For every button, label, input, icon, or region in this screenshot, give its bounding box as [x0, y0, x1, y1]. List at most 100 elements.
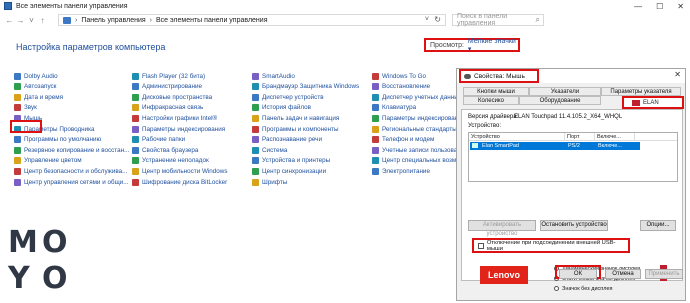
up-arrow-icon[interactable]: ↑ [37, 16, 48, 25]
tab-pointer-options[interactable]: Параметры указателя [601, 87, 681, 96]
tab-wheel[interactable]: Колесико [463, 96, 519, 105]
window-controls: — ☐ ✕ [634, 0, 684, 12]
table-row[interactable]: Elan SmartPad PS/2 Включе... [470, 142, 640, 150]
dialog-close-icon[interactable]: ✕ [674, 70, 681, 79]
control-panel-item[interactable]: Свойства браузера [132, 145, 198, 155]
control-panel-item-icon [14, 93, 21, 101]
control-panel-item-label: Рабочие папки [142, 136, 186, 144]
tab-elan[interactable]: ELAN [622, 96, 684, 109]
control-panel-item[interactable]: Центр синхронизации [252, 166, 326, 176]
forward-arrow-icon[interactable]: → [15, 16, 26, 25]
refresh-icon[interactable]: ↻ [434, 15, 441, 24]
close-button[interactable]: ✕ [677, 2, 684, 11]
control-panel-item[interactable]: SmartAudio [252, 71, 295, 81]
stop-device-button[interactable]: Остановить устройство [540, 220, 608, 231]
usb-disable-checkbox[interactable] [478, 242, 484, 249]
control-panel-item[interactable]: Резервное копирование и восстан... [14, 145, 129, 155]
control-panel-item-label: Распознавание речи [262, 136, 322, 144]
control-panel-item-label: Настройки графики Intel® [142, 114, 218, 122]
search-input[interactable]: Поиск в панели управления ⌕ [452, 13, 544, 27]
control-panel-item-label: Центр безопасности и обслужива... [24, 167, 128, 175]
control-panel-item[interactable]: Windows To Go [372, 71, 426, 81]
usb-disable-option[interactable]: Отключение при подсоединении внешней USB… [472, 238, 630, 253]
lenovo-logo: Lenovo [480, 266, 528, 284]
breadcrumb-control-panel[interactable]: Панель управления [81, 17, 145, 24]
control-panel-item[interactable]: Настройки графики Intel® [132, 113, 217, 123]
control-panel-item[interactable]: Центр управления сетями и общи... [14, 177, 129, 187]
control-panel-item[interactable]: Система [252, 145, 287, 155]
touchpad-icon [472, 143, 478, 148]
view-by-selector[interactable]: Просмотр: Мелкие значки ▾ [424, 38, 520, 53]
apply-button[interactable]: Применить [645, 269, 683, 279]
control-panel-item[interactable]: Дата и время [14, 92, 63, 102]
control-panel-item-icon [252, 104, 259, 112]
tab-mouse-buttons[interactable]: Кнопки мыши [463, 87, 529, 96]
control-panel-item[interactable]: Центр безопасности и обслужива... [14, 166, 127, 176]
dialog-title: Свойства: Мышь [474, 72, 525, 80]
control-panel-item[interactable]: Шрифты [252, 177, 287, 187]
driver-version-value: ELAN Touchpad 11.4.105.2_X64_WHQL [514, 114, 623, 120]
activate-device-button[interactable]: Активировать устройство [468, 220, 536, 237]
control-panel-item[interactable]: Панель задач и навигация [252, 113, 339, 123]
history-chevron-icon[interactable]: ˅ [26, 16, 37, 25]
maximize-button[interactable]: ☐ [656, 2, 663, 11]
control-panel-item[interactable]: Программы по умолчанию [14, 135, 101, 145]
control-panel-item[interactable]: Восстановление [372, 82, 430, 92]
control-panel-item[interactable]: Автозапуск [14, 82, 56, 92]
radio-button[interactable] [554, 286, 559, 291]
control-panel-item[interactable]: Шифрование диска BitLocker [132, 177, 227, 187]
control-panel-item[interactable]: Региональные стандарты [372, 124, 457, 134]
control-panel-item[interactable]: Звук [14, 103, 37, 113]
column-enabled[interactable]: Включе... [595, 133, 635, 140]
control-panel-item[interactable]: Диспетчер устройств [252, 92, 324, 102]
radio-no-icon[interactable]: Значок без дисплея [554, 284, 613, 293]
control-panel-item[interactable]: История файлов [252, 103, 311, 113]
view-by-value[interactable]: Мелкие значки ▾ [468, 38, 518, 53]
control-panel-item-label: Свойства браузера [142, 146, 199, 154]
control-panel-item-label: Windows To Go [382, 72, 426, 80]
control-panel-item[interactable]: Электропитание [372, 166, 430, 176]
device-label: Устройство: [468, 123, 502, 129]
control-panel-item[interactable]: Параметры индексирования [132, 124, 225, 134]
ok-button[interactable]: ОК [559, 269, 597, 279]
breadcrumb-all-items[interactable]: Все элементы панели управления [156, 17, 267, 24]
control-panel-item[interactable]: Устранение неполадок [132, 156, 209, 166]
control-panel-item[interactable]: Диспетчер учетных данных [372, 92, 462, 102]
address-field[interactable]: › Панель управления › Все элементы панел… [58, 14, 446, 26]
control-panel-item[interactable]: Брандмауэр Защитника Windows [252, 82, 359, 92]
control-panel-item[interactable]: Инфракрасная связь [132, 103, 203, 113]
mouse-properties-dialog: Свойства: Мышь ✕ Кнопки мыши Указатели П… [456, 68, 686, 301]
control-panel-item[interactable]: Рабочие папки [132, 135, 185, 145]
control-panel-item[interactable]: Телефон и модем [372, 135, 434, 145]
control-panel-item-icon [132, 104, 139, 112]
tab-pointers[interactable]: Указатели [529, 87, 601, 96]
minimize-button[interactable]: — [634, 2, 642, 11]
control-panel-item-label: Устранение неполадок [142, 157, 209, 165]
column-port[interactable]: Порт [565, 133, 595, 140]
back-arrow-icon[interactable]: ← [4, 16, 15, 25]
control-panel-item[interactable]: Администрирование [132, 82, 202, 92]
options-button[interactable]: Опции... [640, 220, 676, 231]
control-panel-item[interactable]: Распознавание речи [252, 135, 322, 145]
control-panel-item[interactable]: Управление цветом [14, 156, 82, 166]
control-panel-item[interactable]: Flash Player (32 бита) [132, 71, 205, 81]
control-panel-item[interactable]: Параметры индексирования [372, 113, 465, 123]
control-panel-item-icon [372, 83, 379, 91]
control-panel-item-icon [252, 114, 259, 122]
chevron-down-icon[interactable]: ˅ [425, 16, 429, 23]
control-panel-item[interactable]: Устройства и принтеры [252, 156, 330, 166]
control-panel-item[interactable]: Dolby Audio [14, 71, 58, 81]
control-panel-item-label: Центр синхронизации [262, 167, 327, 175]
control-panel-item-label: Администрирование [142, 83, 203, 91]
control-panel-item-icon [14, 146, 21, 154]
control-panel-item[interactable]: Дисковые пространства [132, 92, 212, 102]
control-panel-item[interactable]: Центр мобильности Windows [132, 166, 228, 176]
control-panel-item[interactable]: Программы и компоненты [252, 124, 338, 134]
breadcrumb-separator-icon: › [149, 16, 152, 24]
control-panel-item-icon [132, 178, 139, 186]
tab-hardware[interactable]: Оборудование [519, 96, 601, 105]
cancel-button[interactable]: Отмена [605, 269, 641, 279]
control-panel-item[interactable]: Клавиатура [372, 103, 416, 113]
control-panel-item-icon [14, 136, 21, 144]
column-device[interactable]: Устройство [469, 133, 565, 140]
